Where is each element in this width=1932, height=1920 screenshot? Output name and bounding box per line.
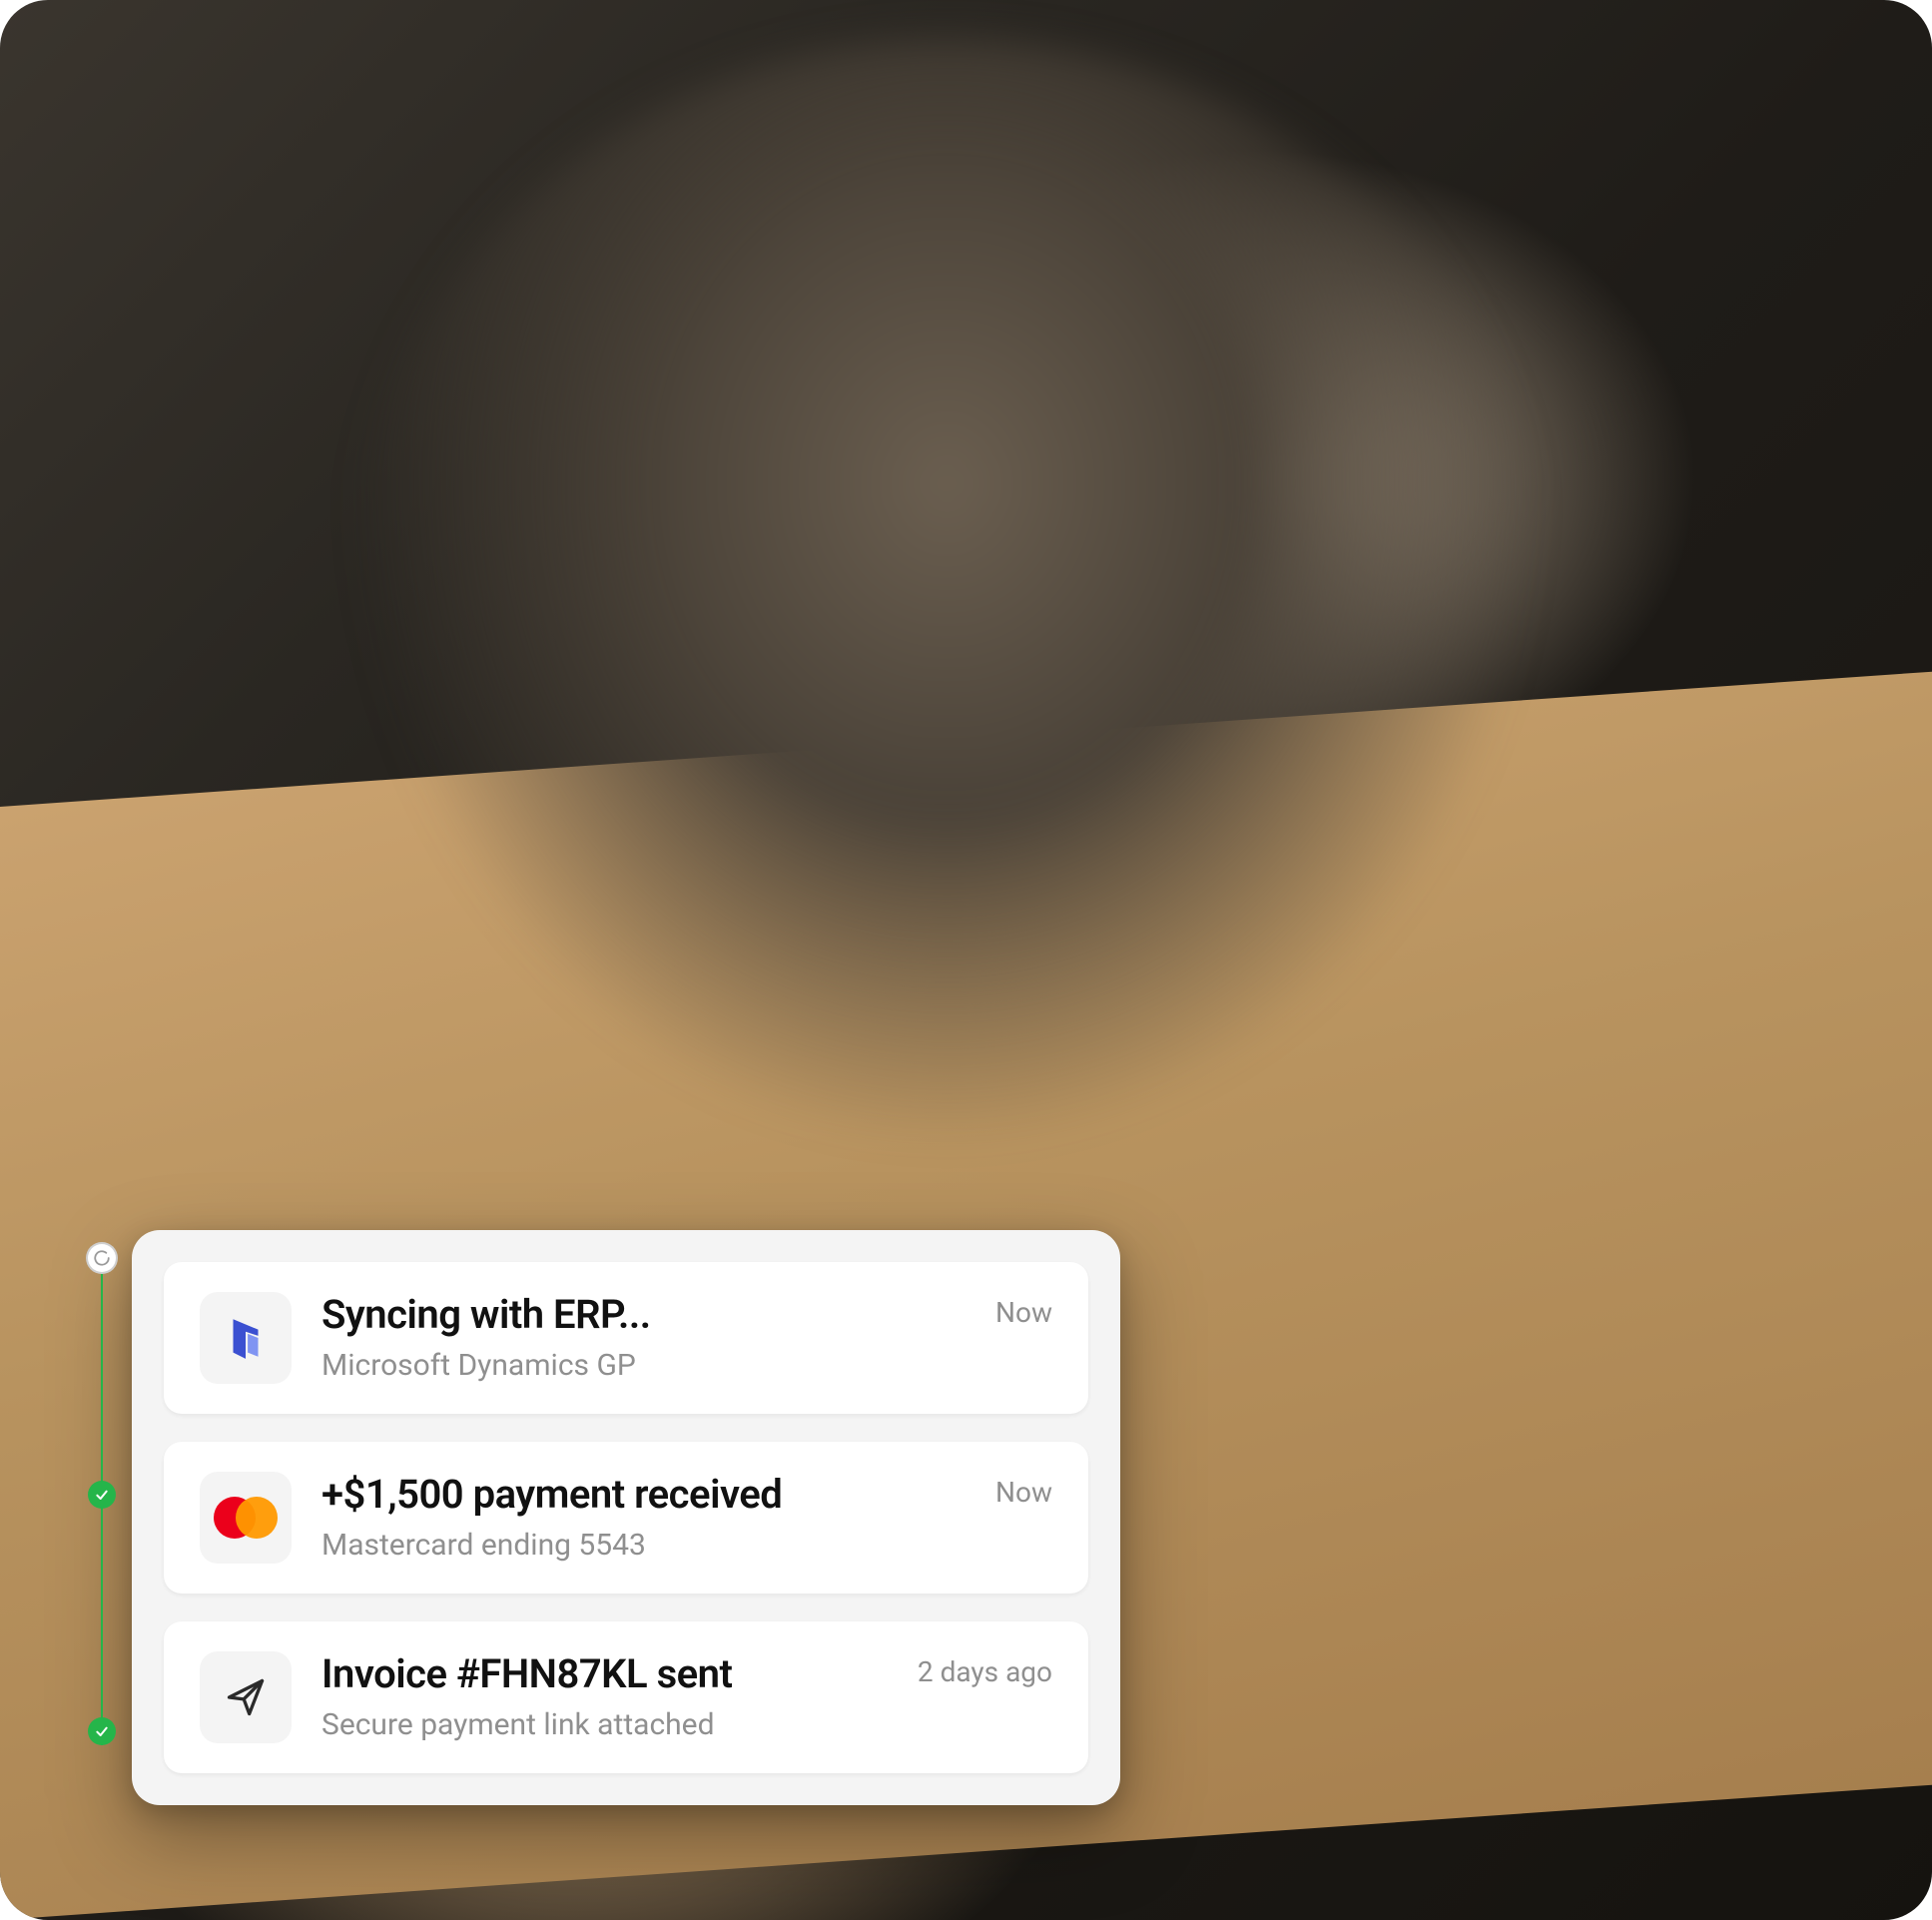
check-icon: [88, 1717, 116, 1745]
activity-card[interactable]: +$1,500 payment received Mastercard endi…: [164, 1442, 1088, 1594]
syncing-icon: [88, 1244, 116, 1272]
activity-subtitle: Mastercard ending 5543: [322, 1528, 966, 1564]
activity-timeline: Syncing with ERP... Microsoft Dynamics G…: [86, 1230, 1120, 1805]
activity-title: Syncing with ERP...: [322, 1292, 966, 1338]
dynamics-logo-icon: [200, 1292, 292, 1384]
activity-card[interactable]: Syncing with ERP... Microsoft Dynamics G…: [164, 1262, 1088, 1414]
timeline-rail: [86, 1230, 118, 1745]
activity-title: Invoice #FHN87KL sent: [322, 1651, 888, 1697]
mastercard-icon: [200, 1472, 292, 1564]
activity-timestamp: 2 days ago: [918, 1655, 1052, 1688]
activity-card-body: Syncing with ERP... Microsoft Dynamics G…: [322, 1292, 966, 1384]
activity-timestamp: Now: [995, 1476, 1052, 1509]
activity-card[interactable]: Invoice #FHN87KL sent Secure payment lin…: [164, 1621, 1088, 1773]
activity-timestamp: Now: [995, 1296, 1052, 1329]
send-icon: [200, 1651, 292, 1743]
activity-title: +$1,500 payment received: [322, 1472, 966, 1518]
activity-card-body: Invoice #FHN87KL sent Secure payment lin…: [322, 1651, 888, 1743]
activity-subtitle: Microsoft Dynamics GP: [322, 1348, 966, 1384]
activity-card-body: +$1,500 payment received Mastercard endi…: [322, 1472, 966, 1564]
figure-decoration: [347, 38, 1546, 1151]
check-icon: [88, 1481, 116, 1509]
activity-subtitle: Secure payment link attached: [322, 1707, 888, 1743]
activity-card-stack: Syncing with ERP... Microsoft Dynamics G…: [132, 1230, 1120, 1805]
